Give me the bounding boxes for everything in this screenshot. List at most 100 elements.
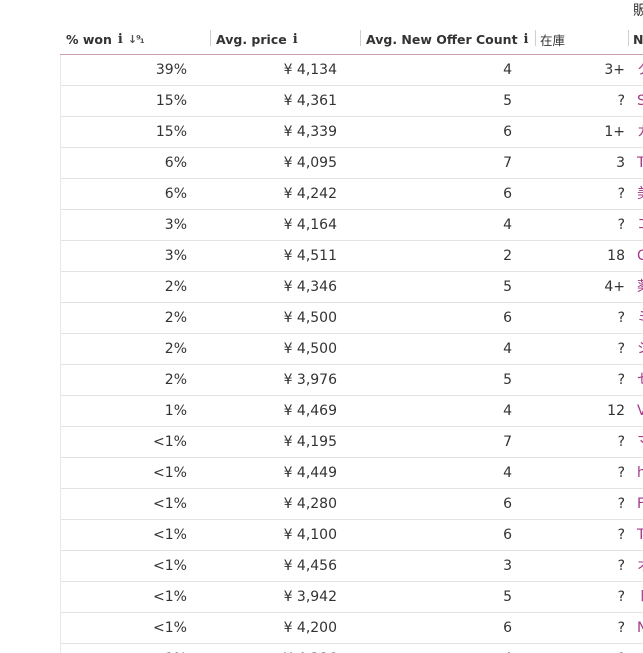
column-header-offer-count[interactable]: Avg. New Offer Count i	[366, 30, 529, 48]
seller-name-link[interactable]: S	[637, 86, 643, 116]
won-cell: <1%	[153, 558, 187, 574]
table-row[interactable]: 6% ¥ 4,242 6? 美	[61, 179, 643, 210]
table-row[interactable]: 15% ¥ 4,339 6 1+ カ	[61, 117, 643, 148]
won-cell: <1%	[153, 527, 187, 543]
seller-name-link[interactable]: V	[637, 396, 643, 426]
stock-cell: ?	[617, 465, 625, 481]
table-row[interactable]: 3% ¥ 4,164 4? コ	[61, 210, 643, 241]
won-cell: 3%	[164, 217, 187, 233]
seller-name-link[interactable]: ミ	[637, 303, 643, 333]
won-cell: 2%	[164, 279, 187, 295]
overflow-column-group-header: 販	[633, 3, 643, 19]
column-header-won[interactable]: % won i ↓⁹₁	[66, 30, 145, 48]
table-body: 39% ¥ 4,134 4 3+ ク 15% ¥ 4,361 5? S 15% ¥ 4,339 6 1+…	[60, 55, 643, 653]
seller-name-link[interactable]: N	[637, 613, 643, 643]
seller-name-link[interactable]: T	[637, 148, 643, 178]
offers-table-view: 販 % won i ↓⁹₁ Avg. price i Avg. New Offe…	[0, 0, 643, 653]
stock-cell: 4+	[604, 279, 625, 295]
column-header-won-label: % won	[66, 31, 112, 47]
won-cell: 3%	[164, 248, 187, 264]
table-row[interactable]: 1% ¥ 4,469 4 12 V	[61, 396, 643, 427]
stock-cell: ?	[537, 644, 625, 653]
price-cell: ¥ 4,200	[283, 620, 337, 636]
offer-count-cell: 6	[503, 620, 512, 636]
table-row[interactable]: <1% ¥ 4,449 4? h	[61, 458, 643, 489]
offer-count-cell: 7	[503, 434, 512, 450]
stock-cell: ?	[617, 186, 625, 202]
seller-name-link[interactable]: カ	[637, 117, 643, 147]
table-row[interactable]: <1% ¥ 4,200 6? N	[61, 613, 643, 644]
seller-name-link[interactable]: F	[637, 489, 643, 519]
table-row[interactable]: 39% ¥ 4,134 4 3+ ク	[61, 55, 643, 86]
offer-count-cell: 6	[503, 186, 512, 202]
stock-cell: ?	[617, 434, 625, 450]
table-row[interactable]: 6% ¥ 4,095 7 3 T	[61, 148, 643, 179]
offer-count-cell: 4	[361, 644, 512, 653]
stock-cell: ?	[617, 527, 625, 543]
column-separator[interactable]	[360, 30, 361, 46]
table-row[interactable]: <1% ¥ 4,280 6? F	[61, 489, 643, 520]
won-cell: 6%	[164, 186, 187, 202]
table-row[interactable]: <1% ¥ 4,456 3? オ	[61, 551, 643, 582]
seller-name-link[interactable]: オ	[637, 551, 643, 581]
seller-name-link[interactable]: マ	[637, 427, 643, 457]
offer-count-cell: 6	[503, 124, 512, 140]
seller-name-link[interactable]: T	[637, 520, 643, 550]
info-icon[interactable]: i	[118, 32, 123, 47]
price-cell: ¥ 4,195	[283, 434, 337, 450]
seller-name-link[interactable]: シ	[637, 334, 643, 364]
info-icon[interactable]: i	[524, 32, 529, 47]
table-row[interactable]: 2% ¥ 4,500 6? ミ	[61, 303, 643, 334]
won-cell: <1%	[153, 465, 187, 481]
table-row[interactable]: <1% ¥ 3,942 5? ト	[61, 582, 643, 613]
won-cell: 1%	[164, 403, 187, 419]
offer-count-cell: 4	[503, 341, 512, 357]
table-row[interactable]: <1% ¥ 4,386 4? a	[61, 644, 643, 653]
offer-count-cell: 6	[503, 496, 512, 512]
seller-name-link[interactable]: ク	[637, 55, 643, 85]
price-cell: ¥ 4,100	[283, 527, 337, 543]
seller-name-link[interactable]: C	[637, 241, 643, 271]
column-separator[interactable]	[535, 30, 536, 46]
info-icon[interactable]: i	[293, 32, 298, 47]
won-cell: 2%	[164, 310, 187, 326]
seller-name-link[interactable]: 薬	[637, 272, 643, 302]
seller-name-link[interactable]: ト	[637, 582, 643, 612]
offer-count-cell: 3	[503, 558, 512, 574]
offer-count-cell: 4	[503, 465, 512, 481]
offer-count-cell: 6	[503, 527, 512, 543]
seller-name-link[interactable]: セ	[637, 365, 643, 395]
seller-name-link[interactable]: h	[637, 458, 643, 488]
won-cell: 2%	[164, 341, 187, 357]
column-separator[interactable]	[628, 30, 629, 46]
table-row[interactable]: <1% ¥ 4,195 7? マ	[61, 427, 643, 458]
table-row[interactable]: 2% ¥ 3,976 5? セ	[61, 365, 643, 396]
column-header-price[interactable]: Avg. price i	[216, 30, 298, 48]
stock-cell: ?	[617, 341, 625, 357]
column-header-name-label: N	[633, 31, 643, 47]
stock-cell: ?	[617, 589, 625, 605]
column-header-stock[interactable]: 在庫	[540, 30, 565, 48]
price-cell: ¥ 4,339	[283, 124, 337, 140]
column-header-price-label: Avg. price	[216, 31, 287, 47]
price-cell: ¥ 4,134	[283, 62, 337, 78]
won-cell: <1%	[153, 496, 187, 512]
offer-count-cell: 2	[503, 248, 512, 264]
seller-name-link[interactable]: 美	[637, 179, 643, 209]
price-cell: ¥ 4,361	[283, 93, 337, 109]
stock-cell: ?	[617, 93, 625, 109]
price-cell: ¥ 4,164	[283, 217, 337, 233]
seller-name-link[interactable]: a	[637, 644, 643, 653]
table-row[interactable]: 3% ¥ 4,511 2 18 C	[61, 241, 643, 272]
table-row[interactable]: 2% ¥ 4,346 5 4+ 薬	[61, 272, 643, 303]
offer-count-cell: 5	[503, 589, 512, 605]
table-row[interactable]: 15% ¥ 4,361 5? S	[61, 86, 643, 117]
seller-name-link[interactable]: コ	[637, 210, 643, 240]
column-separator[interactable]	[210, 30, 211, 46]
column-header-name[interactable]: N	[633, 30, 643, 48]
table-row[interactable]: 2% ¥ 4,500 4? シ	[61, 334, 643, 365]
offer-count-cell: 7	[503, 155, 512, 171]
table-row[interactable]: <1% ¥ 4,100 6? T	[61, 520, 643, 551]
sort-descending-icon[interactable]: ↓⁹₁	[128, 33, 145, 46]
stock-cell: ?	[617, 558, 625, 574]
